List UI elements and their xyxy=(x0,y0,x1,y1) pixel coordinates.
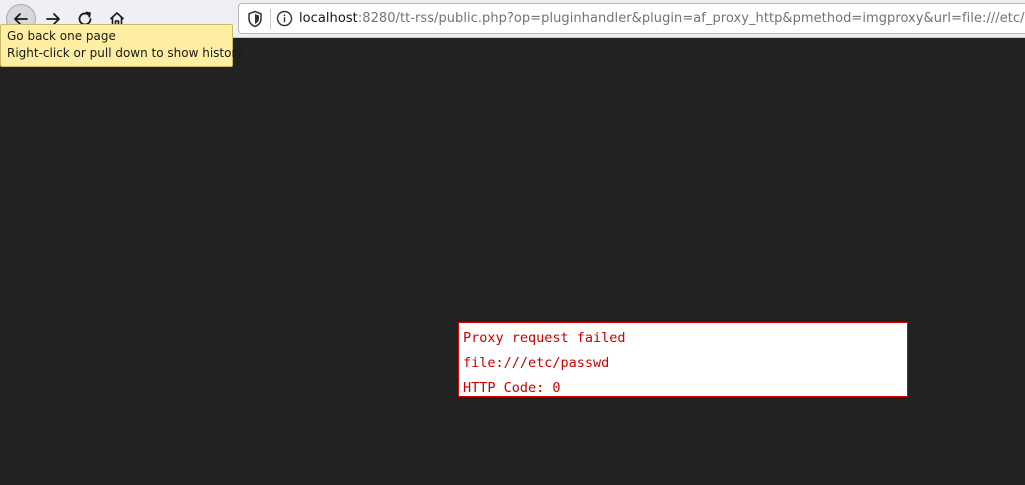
error-message: Proxy request failed xyxy=(463,330,626,346)
address-bar[interactable]: localhost:8280/tt-rss/public.php?op=plug… xyxy=(238,3,1025,34)
error-url: file:///etc/passwd xyxy=(463,355,610,371)
shield-icon[interactable] xyxy=(247,10,263,28)
tooltip-line: Right-click or pull down to show history xyxy=(7,46,244,60)
url-path: :8280/tt-rss/public.php?op=pluginhandler… xyxy=(357,11,1025,26)
info-icon[interactable] xyxy=(276,10,293,27)
address-bar-divider xyxy=(270,9,271,29)
url-host: localhost xyxy=(299,11,358,26)
url-text: localhost:8280/tt-rss/public.php?op=plug… xyxy=(299,11,1025,27)
proxy-error-box: Proxy request failed file:///etc/passwd … xyxy=(458,322,908,397)
back-button-tooltip: Go back one page Right-click or pull dow… xyxy=(0,24,244,67)
tooltip-line: Go back one page xyxy=(7,29,116,43)
error-http-code: HTTP Code: 0 xyxy=(463,380,561,396)
